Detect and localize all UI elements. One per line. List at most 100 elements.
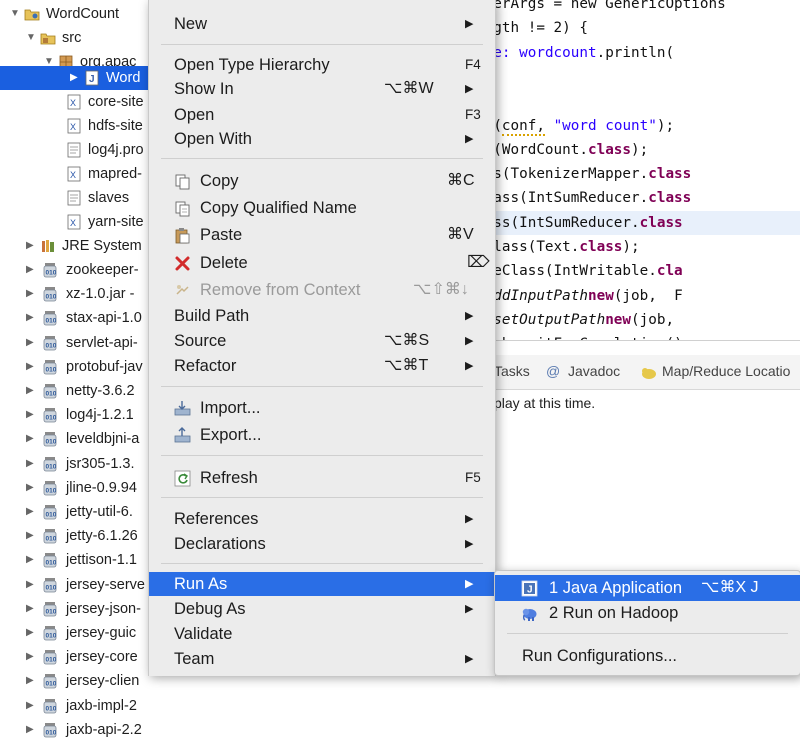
chevron-right-icon[interactable]: ▶ — [26, 234, 34, 258]
chevron-right-icon[interactable]: ▶ — [26, 258, 34, 282]
submenu-item-run-configurations[interactable]: Run Configurations... — [495, 643, 800, 669]
menu-item-declarations[interactable]: Declarations ▶ — [149, 532, 495, 556]
chevron-right-icon[interactable]: ▶ — [26, 524, 34, 548]
chevron-right-icon[interactable]: ▶ — [26, 597, 34, 621]
menu-item-open[interactable]: Open F3 — [149, 103, 495, 127]
menu-item-show-in[interactable]: Show In ⌥⌘W ▶ — [149, 77, 495, 101]
tree-item-jar[interactable]: ▶ 010 zookeeper- — [0, 258, 150, 282]
tree-item-jar[interactable]: ▶ 010 jettison-1.1 — [0, 548, 150, 572]
chevron-right-icon[interactable]: ▶ — [26, 718, 34, 742]
menu-item-remove-from-context: Remove from Context ⌥⇧⌘↓ — [149, 278, 495, 302]
chevron-right-icon[interactable]: ▶ — [26, 403, 34, 427]
tree-item-jar[interactable]: ▶ 010 jsr305-1.3. — [0, 452, 150, 476]
menu-item-refresh[interactable]: Refresh F5 — [149, 466, 495, 490]
chevron-right-icon[interactable]: ▶ — [26, 645, 34, 669]
tree-item-file[interactable]: X hdfs-site — [0, 114, 150, 138]
tree-item-jre[interactable]: ▶ JRE System — [0, 234, 150, 258]
tree-item-jar[interactable]: ▶ 010 jersey-clien — [0, 669, 150, 693]
tree-item-label: slaves — [88, 190, 130, 206]
tree-item-jar[interactable]: ▶ 010 log4j-1.2.1 — [0, 403, 150, 427]
tree-item-jar[interactable]: ▶ 010 jaxb-api-2.2 — [0, 718, 150, 742]
tree-item-label: servlet-api- — [66, 334, 138, 351]
tree-item-label: jersey-guic — [66, 625, 137, 641]
tree-item-jar[interactable]: ▶ 010 jetty-6.1.26 — [0, 524, 150, 548]
menu-item-export[interactable]: Export... — [149, 423, 495, 447]
java-project-icon — [24, 9, 40, 21]
menu-item-source[interactable]: Source ⌥⌘S ▶ — [149, 329, 495, 353]
import-icon — [174, 401, 191, 416]
chevron-right-icon[interactable]: ▶ — [26, 331, 34, 355]
tree-item-file[interactable]: log4j.pro — [0, 138, 150, 162]
tab-map-reduce-locations[interactable]: Map/Reduce Locatio — [662, 363, 790, 379]
tree-item-jar[interactable]: ▶ 010 jetty-util-6. — [0, 500, 150, 524]
tree-item-jar[interactable]: ▶ 010 jline-0.9.94 — [0, 476, 150, 500]
tree-item-file[interactable]: X core-site — [0, 90, 150, 114]
tree-item-jar[interactable]: ▶ 010 netty-3.6.2 — [0, 379, 150, 403]
menu-separator — [161, 563, 483, 564]
chevron-right-icon[interactable]: ▶ — [26, 355, 34, 379]
menu-item-validate[interactable]: Validate — [149, 622, 495, 646]
chevron-down-icon[interactable]: ▼ — [26, 26, 36, 50]
chevron-right-icon[interactable]: ▶ — [26, 548, 34, 572]
chevron-right-icon[interactable]: ▶ — [26, 476, 34, 500]
menu-item-run-as[interactable]: Run As ▶ — [149, 572, 495, 596]
tree-item-file[interactable]: X mapred- — [0, 162, 150, 186]
tree-item-src[interactable]: ▼ src — [0, 26, 150, 50]
chevron-right-icon[interactable]: ▶ — [26, 282, 34, 306]
chevron-right-icon[interactable]: ▶ — [26, 427, 34, 451]
tree-item-jar[interactable]: ▶ 010 stax-api-1.0 — [0, 306, 150, 330]
tab-tasks[interactable]: Tasks — [494, 363, 530, 379]
hadoop-elephant-icon — [522, 608, 537, 621]
tree-item-label: zookeeper- — [66, 262, 139, 278]
chevron-right-icon[interactable]: ▶ — [26, 669, 34, 693]
menu-item-open-with[interactable]: Open With ▶ — [149, 127, 495, 151]
chevron-right-icon[interactable]: ▶ — [26, 621, 34, 645]
tree-item-label: protobuf-jav — [66, 358, 143, 375]
tree-item-jar[interactable]: ▶ 010 leveldbjni-a — [0, 427, 150, 451]
tree-item-file[interactable]: X yarn-site — [0, 210, 150, 234]
menu-item-copy-qualified-name[interactable]: Copy Qualified Name — [149, 196, 495, 220]
menu-item-debug-as[interactable]: Debug As ▶ — [149, 597, 495, 621]
menu-item-new[interactable]: New ▶ — [149, 12, 495, 36]
menu-item-copy[interactable]: Copy ⌘C — [149, 169, 495, 193]
chevron-right-icon[interactable]: ▶ — [26, 306, 34, 330]
tree-item-label: jaxb-impl-2 — [66, 697, 137, 714]
tree-item-jar[interactable]: ▶ 010 jaxb-impl-2 — [0, 694, 150, 718]
tree-item-jar[interactable]: ▶ 010 xz-1.0.jar - — [0, 282, 150, 306]
chevron-down-icon[interactable]: ▼ — [10, 2, 20, 26]
svg-text:010: 010 — [46, 463, 57, 470]
chevron-right-icon[interactable]: ▶ — [26, 452, 34, 476]
chevron-right-icon[interactable]: ▶ — [26, 500, 34, 524]
menu-item-refactor[interactable]: Refactor ⌥⌘T ▶ — [149, 354, 495, 378]
submenu-item-java-application[interactable]: J 1 Java Application ⌥⌘X J — [495, 575, 800, 601]
menu-item-open-type-hierarchy[interactable]: Open Type Hierarchy F4 — [149, 53, 495, 77]
jar-icon: 010 — [43, 480, 57, 496]
tree-item-jar[interactable]: ▶ 010 jersey-core — [0, 645, 150, 669]
refresh-icon — [174, 470, 191, 487]
shortcut: ⌘C — [447, 172, 475, 189]
menu-item-references[interactable]: References ▶ — [149, 507, 495, 531]
menu-item-delete[interactable]: Delete ⌦ — [149, 251, 495, 275]
submenu-arrow-icon: ▶ — [465, 538, 474, 550]
at-icon: @ — [546, 363, 561, 379]
code-token: .println( — [596, 44, 675, 61]
tree-item-project[interactable]: ▼ WordCount — [0, 2, 150, 26]
chevron-right-icon[interactable]: ▶ — [26, 694, 34, 718]
tree-item-jar[interactable]: ▶ 010 jersey-serve — [0, 573, 150, 597]
menu-item-team[interactable]: Team ▶ — [149, 647, 495, 671]
chevron-right-icon[interactable]: ▶ — [70, 66, 78, 90]
svg-text:010: 010 — [46, 584, 57, 591]
shortcut: ⌥⌘T — [384, 357, 429, 374]
tree-item-jar[interactable]: ▶ 010 jersey-guic — [0, 621, 150, 645]
chevron-right-icon[interactable]: ▶ — [26, 573, 34, 597]
tree-item-jar[interactable]: ▶ 010 servlet-api- — [0, 331, 150, 355]
submenu-item-run-on-hadoop[interactable]: 2 Run on Hadoop — [495, 600, 800, 626]
menu-item-build-path[interactable]: Build Path ▶ — [149, 304, 495, 328]
menu-item-import[interactable]: Import... — [149, 396, 495, 420]
tree-item-jar[interactable]: ▶ 010 protobuf-jav — [0, 355, 150, 379]
tree-item-jar[interactable]: ▶ 010 jersey-json- — [0, 597, 150, 621]
tree-item-file[interactable]: slaves — [0, 186, 150, 210]
menu-item-paste[interactable]: Paste ⌘V — [149, 223, 495, 247]
chevron-right-icon[interactable]: ▶ — [26, 379, 34, 403]
tab-javadoc[interactable]: Javadoc — [568, 363, 620, 379]
